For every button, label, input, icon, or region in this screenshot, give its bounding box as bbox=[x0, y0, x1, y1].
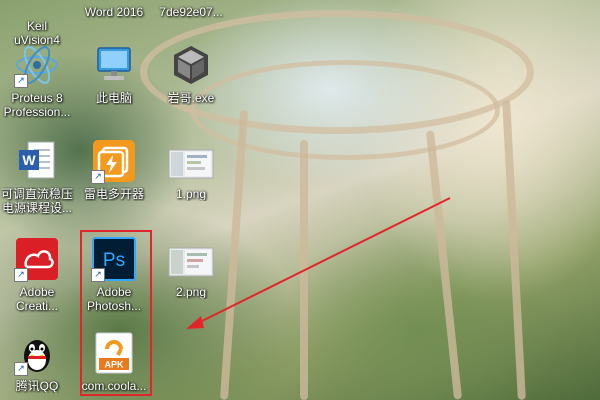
annotation-arrow bbox=[186, 197, 451, 329]
